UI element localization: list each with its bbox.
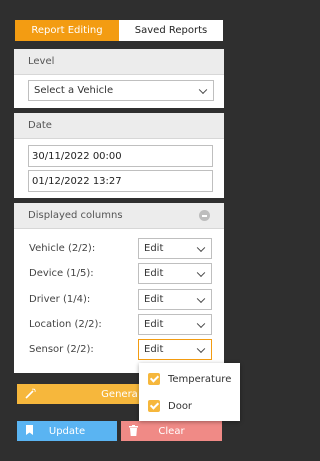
location-columns-select[interactable]: Edit	[138, 314, 212, 335]
displayed-columns-heading: Displayed columns	[28, 210, 123, 221]
tab-saved-reports[interactable]: Saved Reports	[119, 20, 223, 41]
date-to-input[interactable]: 01/12/2022 13:27	[28, 170, 213, 192]
driver-columns-select[interactable]: Edit	[138, 289, 212, 310]
update-button[interactable]: Update	[17, 421, 117, 441]
bookmark-icon	[26, 425, 33, 435]
column-row-label: Location (2/2):	[29, 319, 102, 330]
column-row-label: Vehicle (2/2):	[29, 243, 96, 254]
select-value: Edit	[144, 268, 164, 279]
level-header: Level	[14, 49, 224, 75]
column-row-label: Device (1/5):	[29, 268, 94, 279]
date-heading: Date	[28, 120, 52, 131]
option-label: Door	[168, 400, 193, 412]
select-value: Edit	[144, 344, 164, 355]
displayed-columns-header[interactable]: Displayed columns	[14, 203, 224, 229]
date-header: Date	[14, 113, 224, 139]
device-columns-select[interactable]: Edit	[138, 263, 212, 284]
select-value: Edit	[144, 243, 164, 254]
select-value: Edit	[144, 319, 164, 330]
chevron-down-icon	[196, 294, 206, 303]
column-row-label: Driver (1/4):	[29, 294, 91, 305]
option-temperature[interactable]: Temperature	[148, 373, 231, 385]
trash-icon	[129, 425, 138, 436]
column-row-label: Sensor (2/2):	[29, 344, 94, 355]
sensor-columns-select[interactable]: Edit	[138, 339, 212, 360]
level-heading: Level	[28, 56, 55, 67]
generate-button-label: Genera	[101, 388, 138, 400]
sensor-columns-dropdown: Temperature Door	[139, 363, 240, 421]
date-to-value: 01/12/2022 13:27	[32, 175, 122, 187]
date-from-value: 30/11/2022 00:00	[32, 150, 122, 162]
magic-wand-icon	[25, 388, 36, 399]
clear-button-label: Clear	[158, 425, 185, 437]
report-tabs: Report Editing Saved Reports	[15, 20, 223, 41]
chevron-down-icon	[198, 85, 208, 94]
checkbox-checked-icon[interactable]	[148, 400, 160, 412]
update-button-label: Update	[48, 425, 86, 437]
collapse-minus-icon[interactable]	[199, 210, 210, 221]
select-value: Edit	[144, 294, 164, 305]
vehicle-select-value: Select a Vehicle	[34, 85, 114, 96]
date-from-input[interactable]: 30/11/2022 00:00	[28, 145, 213, 167]
vehicle-columns-select[interactable]: Edit	[138, 238, 212, 259]
chevron-down-icon	[196, 319, 206, 328]
checkbox-checked-icon[interactable]	[148, 373, 160, 385]
chevron-down-icon	[196, 268, 206, 277]
vehicle-select[interactable]: Select a Vehicle	[28, 80, 214, 101]
tab-report-editing[interactable]: Report Editing	[15, 20, 119, 41]
chevron-down-icon	[196, 344, 206, 353]
chevron-down-icon	[196, 243, 206, 252]
option-label: Temperature	[168, 373, 232, 385]
option-door[interactable]: Door	[148, 400, 192, 412]
clear-button[interactable]: Clear	[121, 421, 222, 441]
